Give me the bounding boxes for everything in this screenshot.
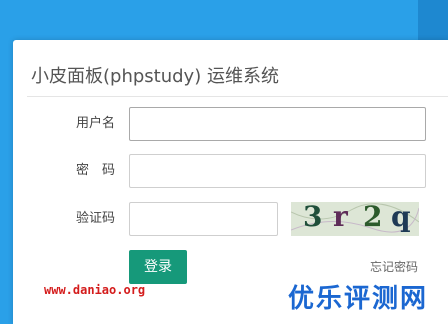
- captcha-char: 2: [363, 202, 383, 233]
- title-divider: [27, 96, 448, 97]
- captcha-input[interactable]: [129, 202, 278, 236]
- background-corner: [418, 0, 448, 40]
- captcha-char: q: [391, 202, 411, 233]
- login-button[interactable]: 登录: [129, 250, 187, 284]
- username-input[interactable]: [129, 107, 426, 141]
- page-title: 小皮面板(phpstudy) 运维系统: [31, 66, 279, 87]
- captcha-char: 3: [303, 202, 323, 233]
- captcha-char: r: [333, 202, 348, 233]
- forgot-password-link[interactable]: 忘记密码: [370, 258, 418, 275]
- watermark-url: www.daniao.org: [44, 283, 146, 297]
- watermark-site-name: 优乐评测网: [288, 284, 429, 314]
- password-label: 密 码: [75, 163, 115, 178]
- captcha-label: 验证码: [75, 211, 115, 226]
- captcha-image[interactable]: 3 r 2 q: [291, 202, 419, 236]
- username-label: 用户名: [75, 116, 115, 131]
- password-input[interactable]: [129, 154, 426, 188]
